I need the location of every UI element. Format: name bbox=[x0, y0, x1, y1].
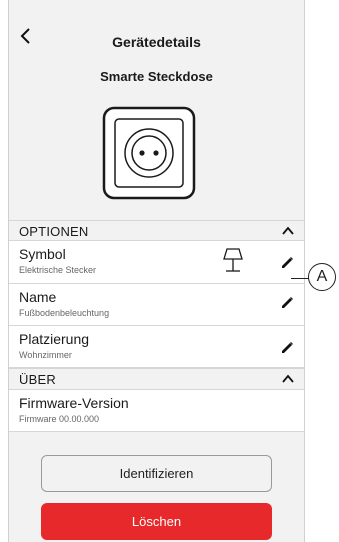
edit-pencil-icon[interactable] bbox=[281, 296, 294, 309]
delete-button[interactable]: Löschen bbox=[41, 503, 272, 540]
about-section-header[interactable]: ÜBER bbox=[9, 368, 304, 390]
callout-line bbox=[291, 278, 309, 279]
symbol-title: Symbol bbox=[19, 246, 66, 262]
placement-title: Platzierung bbox=[19, 331, 90, 347]
symbol-subtitle: Elektrische Stecker bbox=[19, 265, 97, 275]
options-label: OPTIONEN bbox=[19, 224, 89, 239]
firmware-row: Firmware-Version Firmware 00.00.000 bbox=[9, 390, 304, 432]
edit-pencil-icon[interactable] bbox=[281, 256, 294, 269]
chevron-up-icon[interactable] bbox=[282, 374, 294, 384]
firmware-subtitle: Firmware 00.00.000 bbox=[19, 414, 100, 424]
options-section-header[interactable]: OPTIONEN bbox=[9, 220, 304, 241]
socket-icon bbox=[102, 106, 196, 200]
identify-button[interactable]: Identifizieren bbox=[41, 455, 272, 492]
name-row[interactable]: Name Fußbodenbeleuchtung bbox=[9, 284, 304, 326]
chevron-up-icon[interactable] bbox=[282, 226, 294, 236]
name-title: Name bbox=[19, 289, 57, 305]
about-label: ÜBER bbox=[19, 372, 56, 387]
placement-row[interactable]: Platzierung Wohnzimmer bbox=[9, 326, 304, 368]
device-name: Smarte Steckdose bbox=[100, 69, 213, 84]
name-subtitle: Fußbodenbeleuchtung bbox=[19, 308, 110, 318]
device-details-screen: Gerätedetails Smarte Steckdose OPTIONEN … bbox=[8, 0, 305, 542]
firmware-title: Firmware-Version bbox=[19, 395, 129, 411]
edit-pencil-icon[interactable] bbox=[281, 341, 294, 354]
header: Gerätedetails bbox=[9, 0, 304, 52]
placement-subtitle: Wohnzimmer bbox=[19, 350, 72, 360]
lamp-icon bbox=[223, 248, 243, 272]
symbol-row[interactable]: Symbol Elektrische Stecker bbox=[9, 241, 304, 284]
callout-marker: A bbox=[308, 263, 336, 291]
page-title: Gerätedetails bbox=[112, 34, 201, 50]
